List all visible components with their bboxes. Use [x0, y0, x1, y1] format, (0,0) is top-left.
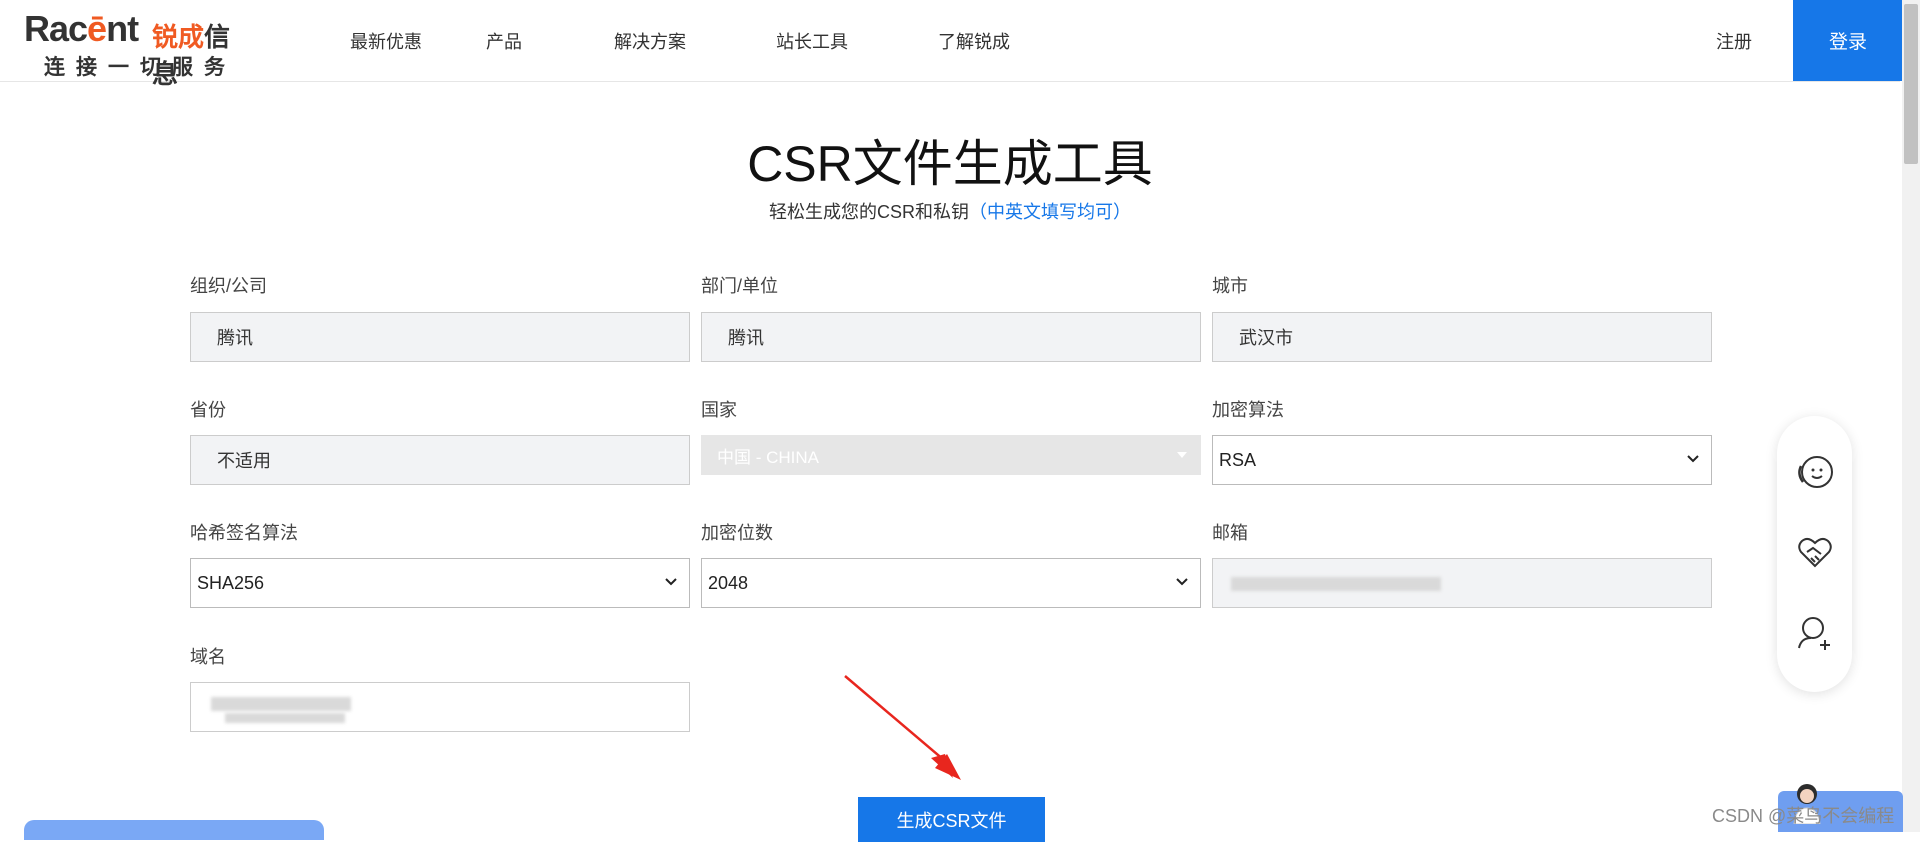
- province-input[interactable]: 不适用: [190, 435, 690, 485]
- bits-select[interactable]: 2048: [701, 558, 1201, 608]
- redacted-email: [1231, 577, 1441, 591]
- encrypt-label: 加密算法: [1212, 400, 1284, 420]
- nav-solutions[interactable]: 解决方案: [614, 28, 686, 54]
- logo-wordmark: Racēnt: [24, 8, 139, 49]
- subtitle-text: 轻松生成您的CSR和私钥: [768, 202, 969, 222]
- top-nav-bar: Racēnt 锐成信息 连接一切服务 最新优惠 产品 解决方案 站长工具 了解锐…: [0, 0, 1903, 89]
- handshake-icon[interactable]: [1795, 532, 1835, 572]
- bits-value: 2048: [708, 572, 749, 593]
- nav-products[interactable]: 产品: [486, 28, 522, 54]
- country-value: 中国 - CHINA: [717, 447, 819, 467]
- page-title: CSR文件生成工具: [747, 136, 1153, 192]
- caret-down-icon: [1177, 452, 1187, 458]
- racent-logo[interactable]: Racēnt 锐成信息 连接一切服务: [24, 8, 254, 89]
- annotation-arrow-icon: [844, 675, 961, 780]
- hash-value: SHA256: [197, 572, 265, 593]
- page-subtitle: 轻松生成您的CSR和私钥（中英文填写均可）: [0, 198, 1900, 224]
- scrollbar-thumb[interactable]: [1904, 4, 1918, 164]
- dept-label: 部门/单位: [701, 276, 779, 296]
- nav-webmaster-tools[interactable]: 站长工具: [776, 28, 848, 54]
- hash-label: 哈希签名算法: [190, 523, 298, 543]
- dept-input[interactable]: 腾讯: [701, 312, 1201, 362]
- nav-about[interactable]: 了解锐成: [938, 28, 1010, 54]
- province-label: 省份: [190, 400, 226, 420]
- subtitle-hint: （中英文填写均可）: [969, 202, 1131, 222]
- page-scrollbar[interactable]: [1902, 0, 1920, 832]
- country-label: 国家: [701, 400, 737, 420]
- add-consultant-icon[interactable]: [1795, 612, 1835, 652]
- chevron-down-icon: [665, 578, 677, 586]
- country-select: 中国 - CHINA: [701, 435, 1201, 475]
- nav-latest-offers[interactable]: 最新优惠: [350, 28, 422, 54]
- city-input[interactable]: 武汉市: [1212, 312, 1712, 362]
- dept-value: 腾讯: [728, 328, 764, 348]
- generate-csr-button[interactable]: 生成CSR文件: [858, 797, 1045, 842]
- domain-input[interactable]: [190, 682, 690, 732]
- redacted-domain-2: [225, 713, 345, 723]
- csdn-watermark: CSDN @菜鸟不会编程: [1712, 806, 1895, 826]
- email-input[interactable]: [1212, 558, 1712, 608]
- encrypt-select[interactable]: RSA: [1212, 435, 1712, 485]
- email-label: 邮箱: [1212, 523, 1248, 543]
- chevron-down-icon: [1176, 578, 1188, 586]
- city-label: 城市: [1212, 276, 1248, 296]
- org-value: 腾讯: [217, 328, 253, 348]
- org-input[interactable]: 腾讯: [190, 312, 690, 362]
- chevron-down-icon: [1687, 455, 1699, 463]
- bottom-left-panel[interactable]: [24, 820, 324, 840]
- city-value: 武汉市: [1239, 328, 1293, 348]
- encrypt-value: RSA: [1219, 449, 1257, 470]
- domain-label: 域名: [190, 647, 226, 667]
- bits-label: 加密位数: [701, 523, 773, 543]
- login-button[interactable]: 登录: [1793, 0, 1903, 81]
- logo-slogan: 连接一切服务: [44, 56, 236, 79]
- floating-service-panel: [1777, 416, 1852, 692]
- redacted-domain: [211, 697, 351, 711]
- province-value: 不适用: [217, 451, 271, 471]
- hash-select[interactable]: SHA256: [190, 558, 690, 608]
- org-label: 组织/公司: [190, 276, 268, 296]
- phone-service-icon[interactable]: [1795, 452, 1835, 492]
- register-link[interactable]: 注册: [1716, 28, 1752, 54]
